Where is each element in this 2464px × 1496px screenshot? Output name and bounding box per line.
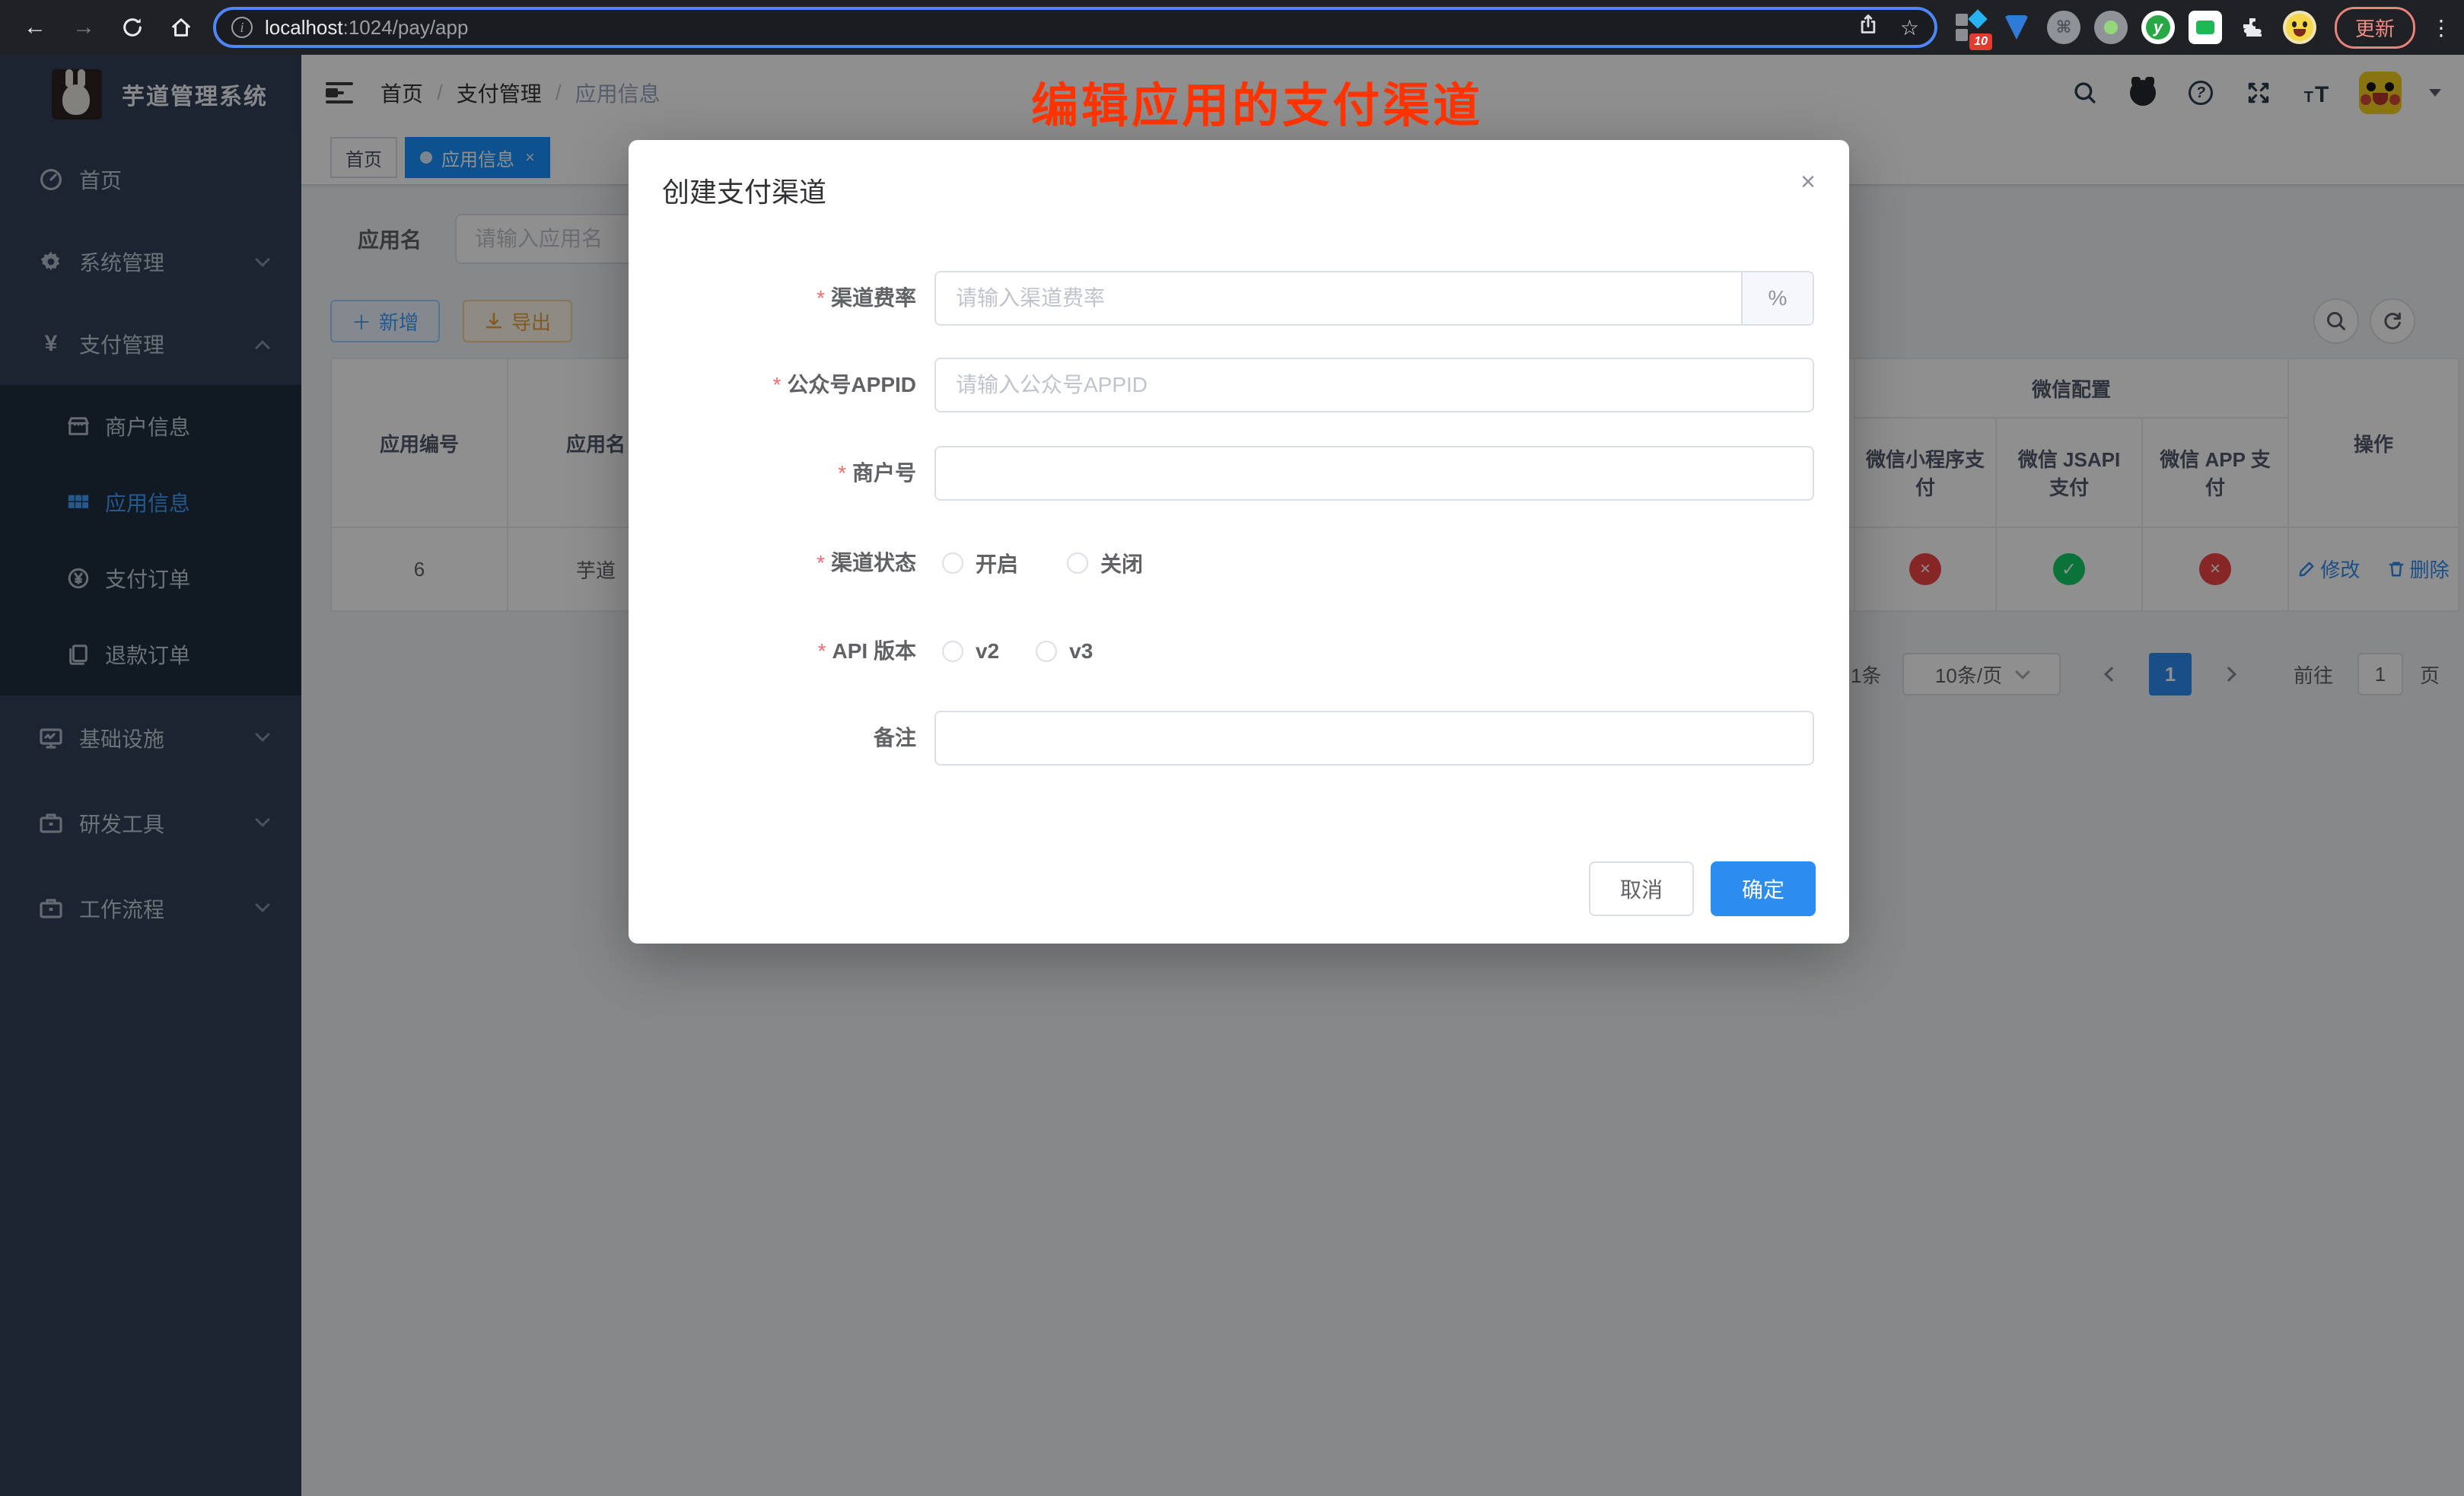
extension-tiles-icon[interactable]: 10 (1953, 11, 1986, 44)
extensions-puzzle-icon[interactable] (2236, 11, 2269, 44)
status-off-radio[interactable]: 关闭 (1067, 548, 1143, 578)
remark-label: 备注 (629, 711, 916, 766)
rate-input[interactable] (936, 272, 1741, 324)
extension-chat-icon[interactable] (2189, 11, 2222, 44)
browser-chrome: ← → i localhost:1024/pay/app ☆ 10 ⌘ y (0, 0, 2464, 55)
rate-input-group: % (934, 271, 1814, 326)
rate-label: *渠道费率 (629, 271, 916, 326)
share-icon[interactable] (1858, 13, 1879, 42)
confirm-button[interactable]: 确定 (1711, 861, 1816, 916)
bookmark-star-icon[interactable]: ☆ (1900, 15, 1919, 40)
address-bar[interactable]: i localhost:1024/pay/app ☆ (213, 7, 1937, 48)
dialog-title: 创建支付渠道 (662, 170, 826, 210)
browser-forward-icon[interactable]: → (70, 14, 97, 41)
create-channel-dialog: 创建支付渠道 × *渠道费率 % *公众号APPID *商户号 *渠道状态 开启… (629, 140, 1849, 944)
browser-back-icon[interactable]: ← (21, 14, 49, 41)
api-v2-radio[interactable]: v2 (942, 639, 999, 664)
extension-command-icon[interactable]: ⌘ (2047, 11, 2080, 44)
status-on-radio[interactable]: 开启 (942, 548, 1018, 578)
extension-badge: 10 (1969, 33, 1992, 50)
browser-extensions: 10 ⌘ y (1953, 11, 2316, 44)
browser-update-button[interactable]: 更新 (2335, 7, 2415, 49)
cancel-button[interactable]: 取消 (1589, 861, 1694, 916)
appid-input[interactable] (934, 358, 1814, 412)
browser-menu-icon[interactable]: ⋮ (2431, 15, 2452, 40)
browser-home-icon[interactable] (167, 14, 195, 41)
remark-input[interactable] (934, 711, 1814, 766)
api-version-label: *API 版本 (629, 633, 916, 670)
profile-avatar-icon[interactable] (2283, 11, 2316, 44)
extension-y-icon[interactable]: y (2141, 11, 2175, 44)
percent-suffix: % (1741, 272, 1813, 324)
site-info-icon[interactable]: i (231, 17, 253, 38)
appid-label: *公众号APPID (629, 358, 916, 412)
merchant-input[interactable] (934, 446, 1814, 501)
extension-kite-icon[interactable] (2000, 11, 2033, 44)
merchant-label: *商户号 (629, 446, 916, 501)
browser-reload-icon[interactable] (119, 14, 146, 41)
api-v3-radio[interactable]: v3 (1036, 639, 1093, 664)
status-label: *渠道状态 (629, 545, 916, 581)
extension-record-icon[interactable] (2094, 11, 2128, 44)
url-text: localhost:1024/pay/app (265, 16, 468, 40)
close-icon[interactable]: × (1800, 167, 1816, 197)
